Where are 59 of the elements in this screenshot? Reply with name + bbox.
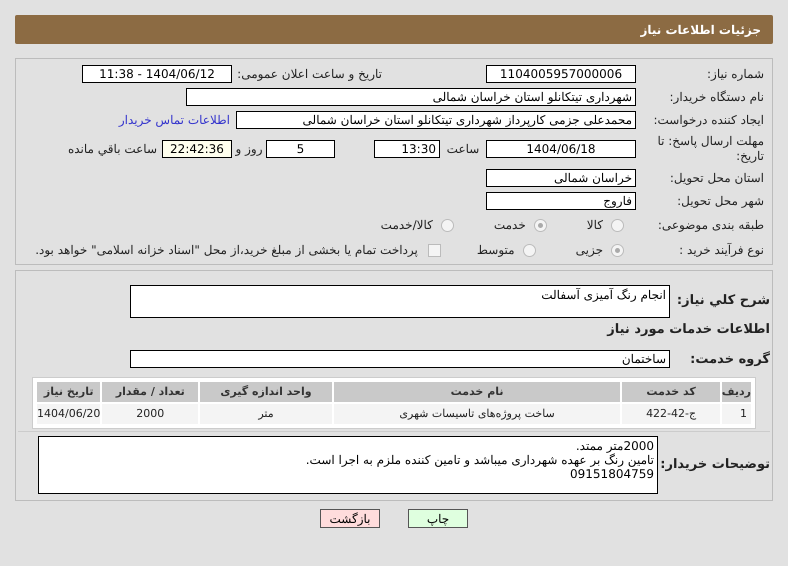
city-field[interactable]: فاروج xyxy=(486,192,636,210)
table-cell: 2000 xyxy=(102,404,198,424)
radio-button[interactable] xyxy=(440,218,454,232)
field-label: نام دستگاه خریدار: xyxy=(668,89,764,106)
contact-link[interactable]: اطلاعات تماس خریدار xyxy=(118,111,230,129)
field-label: گروه خدمت: xyxy=(689,350,770,368)
field-label: جزیی xyxy=(576,242,603,259)
announce-date-field[interactable]: 1404/06/12 - 11:38 xyxy=(82,65,232,83)
field-label: شهر محل تحویل: xyxy=(676,193,764,210)
field-label: مهلت ارسال پاسخ: تا تاریخ: xyxy=(656,134,764,164)
field-label: توضیحات خریدار: xyxy=(659,456,770,474)
radio-button[interactable] xyxy=(611,244,624,256)
field-label: نوع فرآیند خرید : xyxy=(678,242,764,259)
print-button[interactable]: چاپ xyxy=(408,509,468,528)
service-group-field[interactable]: ساختمان xyxy=(130,350,670,368)
field-label: روز و xyxy=(236,142,262,156)
buyer-field[interactable]: شهرداری تیتکانلو استان خراسان شمالی xyxy=(186,88,636,106)
field-label: خدمت xyxy=(494,217,526,234)
field-label: متوسط xyxy=(476,242,515,259)
field-label: تاریخ و ساعت اعلان عمومی: xyxy=(236,66,382,83)
column-header: واحد اندازه گیری xyxy=(200,382,332,402)
field-label: ساعت باقي مانده xyxy=(68,142,157,156)
note-line: تامین رنگ بر عهده شهرداری میباشد و تامین کننده ملزم به اجرا است. xyxy=(304,453,654,467)
radio-button[interactable] xyxy=(611,218,624,232)
table-cell: ساخت پروژه‌های تاسیسات شهری xyxy=(334,404,620,424)
summary-textarea[interactable]: انجام رنگ آمیزی آسفالت xyxy=(130,285,670,318)
back-button[interactable]: بازگشت xyxy=(320,509,380,528)
creator-field[interactable]: محمدعلی جزمی کارپرداز شهرداری تیتکانلو استان خراسان شمالی xyxy=(236,111,636,129)
table-cell: 1404/06/20 xyxy=(37,404,100,424)
field-label: ساعت xyxy=(446,142,480,156)
note-line: 2000متر ممتد. xyxy=(574,439,654,453)
field-label: طبقه بندی موضوعی: xyxy=(656,217,764,234)
page-title: جزئیات اطلاعات نیاز xyxy=(640,22,761,38)
radio-button[interactable] xyxy=(522,244,536,256)
table-cell: ج-42-422 xyxy=(622,404,720,424)
section-heading: اطلاعات خدمات مورد نياز xyxy=(606,321,770,339)
days-field[interactable]: 5 xyxy=(266,140,335,158)
province-field[interactable]: خراسان شمالی xyxy=(486,169,636,187)
checkbox[interactable] xyxy=(428,244,441,256)
field-label: کالا xyxy=(586,217,603,234)
note-line: 09151804759 xyxy=(569,467,654,481)
table-cell: 1 xyxy=(722,404,751,424)
column-header: تاریخ نیاز xyxy=(37,382,100,402)
field-label: شماره نیاز: xyxy=(706,66,764,83)
column-header: کد خدمت xyxy=(622,382,720,402)
field-label: شرح کلي نياز: xyxy=(676,292,770,310)
column-header: تعداد / مقدار xyxy=(102,382,198,402)
field-label: استان محل تحویل: xyxy=(668,170,764,187)
field-label: کالا/خدمت xyxy=(380,217,433,234)
deadline-time-field[interactable]: 13:30 xyxy=(374,140,440,158)
column-header: نام خدمت xyxy=(334,382,620,402)
radio-button[interactable] xyxy=(534,218,547,232)
column-header: رديف xyxy=(722,382,751,402)
field-label: پرداخت تمام یا بخشی از مبلغ خرید،از محل "اسناد خزانه اسلامی" خواهد بود. xyxy=(35,243,418,257)
table-cell: متر xyxy=(200,404,332,424)
deadline-date-field[interactable]: 1404/06/18 xyxy=(486,140,636,158)
field-label: ایجاد کننده درخواست: xyxy=(652,112,764,129)
remaining-time-field[interactable]: 22:42:36 xyxy=(162,140,232,158)
need-number-field[interactable]: 1104005957000006 xyxy=(486,65,636,83)
